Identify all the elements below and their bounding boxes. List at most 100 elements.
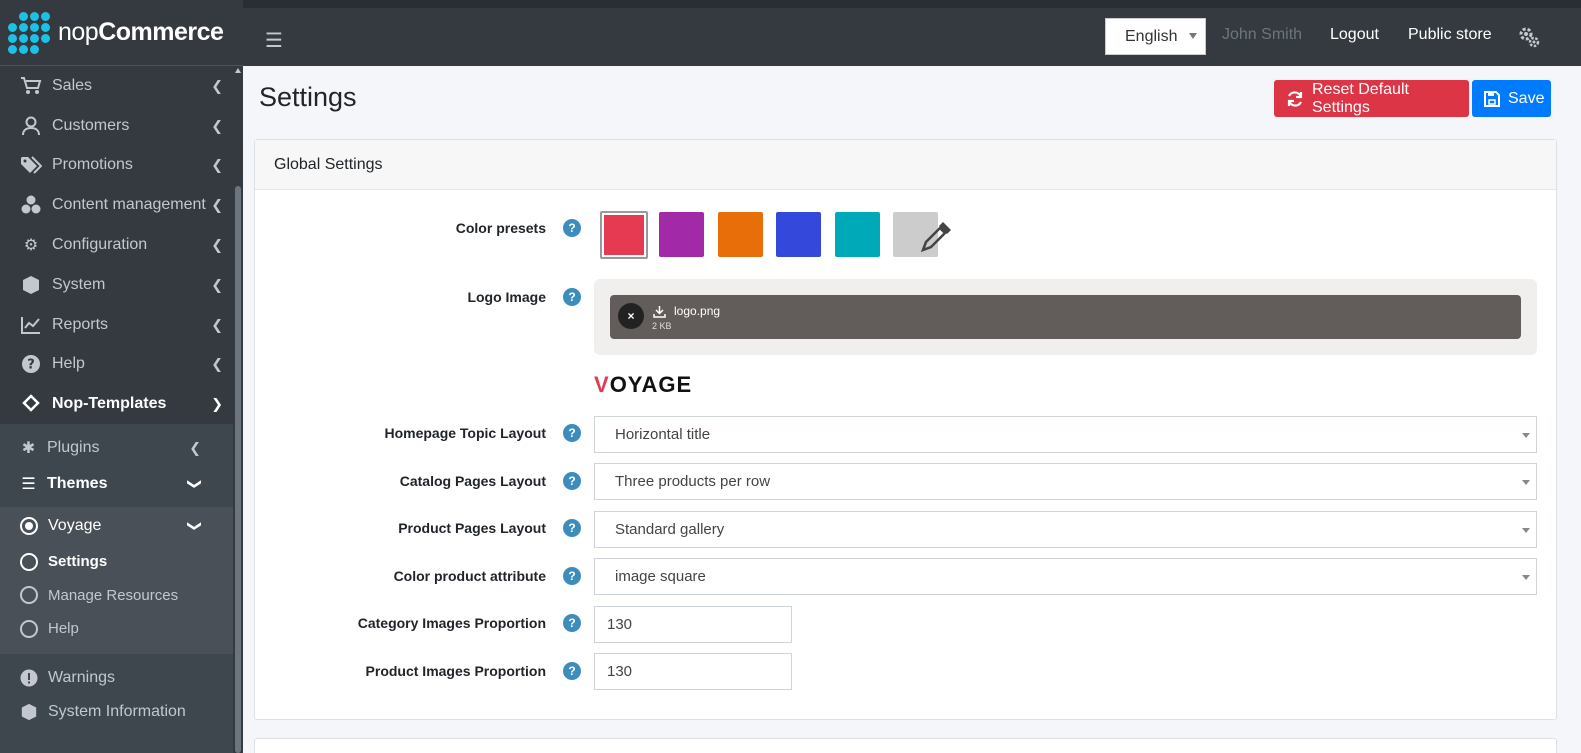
circle-icon — [20, 619, 38, 639]
catalog-pages-layout-label: Catalog Pages Layout — [399, 473, 546, 489]
help-icon[interactable]: ? — [563, 614, 581, 632]
sidebar-item-help[interactable]: ? Help ❮ — [0, 345, 233, 385]
chevron-left-icon: ❮ — [211, 196, 223, 213]
color-preset-purple[interactable] — [659, 212, 704, 257]
logout-link[interactable]: Logout — [1330, 26, 1379, 44]
logo-upload-dropzone[interactable]: × logo.png 2 KB — [594, 279, 1537, 355]
help-icon[interactable]: ? — [563, 567, 581, 585]
sidebar-item-system[interactable]: System ❮ — [0, 265, 233, 305]
sidebar-item-warnings[interactable]: Warnings — [0, 661, 233, 695]
language-select-value: English — [1125, 27, 1178, 45]
sidebar-item-reports[interactable]: Reports ❮ — [0, 305, 233, 345]
help-icon[interactable]: ? — [563, 472, 581, 490]
sidebar-item-manage-resources[interactable]: Manage Resources — [0, 579, 233, 613]
sidebar-item-customers[interactable]: Customers ❮ — [0, 106, 233, 146]
layer-group-icon: ☰ — [21, 475, 36, 493]
sidebar-item-sales[interactable]: Sales ❮ — [0, 66, 233, 106]
help-icon[interactable]: ? — [563, 219, 581, 237]
nop-templates-submenu: ✱ Plugins ❮ ☰ Themes ❯ Voyage ❯ Settings — [0, 424, 233, 753]
caret-down-icon — [1522, 528, 1530, 533]
layers-icon — [20, 394, 42, 414]
product-pages-layout-select[interactable]: Standard gallery — [594, 511, 1537, 548]
sidebar-item-voyage-settings[interactable]: Settings — [0, 545, 233, 579]
circle-icon — [20, 585, 38, 605]
nop-logo-icon — [8, 11, 50, 54]
homepage-topic-layout-select[interactable]: Horizontal title — [594, 416, 1537, 453]
gears-icon[interactable] — [1518, 26, 1540, 53]
tags-icon — [20, 155, 42, 175]
chevron-left-icon: ❮ — [211, 77, 223, 94]
category-images-proportion-input[interactable]: 130 — [594, 606, 792, 643]
cart-icon — [20, 76, 42, 96]
download-icon — [653, 305, 666, 318]
global-settings-card: Global Settings Color presets ? Logo Ima… — [254, 139, 1557, 720]
product-images-proportion-input[interactable]: 130 — [594, 653, 792, 690]
cube-icon — [20, 702, 38, 722]
sidebar-item-system-information[interactable]: System Information — [0, 695, 233, 729]
save-button[interactable]: Save — [1472, 80, 1551, 117]
color-product-attribute-label: Color product attribute — [393, 568, 546, 584]
public-store-link[interactable]: Public store — [1408, 26, 1492, 44]
user-name: John Smith — [1222, 26, 1303, 43]
sidebar-item-label: Nop-Templates — [52, 395, 167, 413]
dot-circle-icon — [20, 516, 38, 536]
sidebar-item-label: Help — [48, 620, 79, 638]
caret-down-icon — [1522, 575, 1530, 580]
scrollbar-thumb[interactable] — [235, 186, 241, 753]
brand-logo[interactable]: nopCommerce — [0, 0, 243, 66]
color-preset-red[interactable] — [600, 211, 648, 259]
remove-file-button[interactable]: × — [618, 303, 644, 329]
color-preset-orange[interactable] — [718, 212, 763, 257]
sidebar-item-nop-templates[interactable]: Nop-Templates ❯ — [0, 384, 233, 424]
help-icon[interactable]: ? — [563, 424, 581, 442]
sidebar-item-label: Content management — [52, 196, 206, 214]
color-preset-teal[interactable] — [835, 212, 880, 257]
language-select[interactable]: English — [1105, 18, 1206, 55]
scroll-up-arrow-icon[interactable] — [235, 68, 241, 73]
sidebar-item-voyage-help[interactable]: Help — [0, 612, 233, 646]
page-title: Settings — [259, 82, 357, 112]
color-product-attribute-select[interactable]: image square — [594, 558, 1537, 595]
logo-image-label: Logo Image — [467, 289, 546, 305]
sidebar-item-plugins[interactable]: ✱ Plugins ❮ — [0, 430, 233, 466]
catalog-pages-layout-select[interactable]: Three products per row — [594, 463, 1537, 500]
help-icon[interactable]: ? — [563, 662, 581, 680]
reset-default-settings-button[interactable]: Reset Default Settings — [1274, 80, 1469, 117]
main-content: Settings Reset Default Settings Save Glo… — [243, 66, 1581, 753]
chevron-left-icon: ❮ — [211, 355, 223, 372]
voyage-submenu: Settings Manage Resources Help — [0, 545, 233, 654]
color-preset-blue[interactable] — [776, 212, 821, 257]
sidebar-scrollbar[interactable] — [233, 66, 243, 753]
svg-text:?: ? — [27, 358, 35, 373]
sidebar-item-configuration[interactable]: ⚙ Configuration ❮ — [0, 225, 233, 265]
eyedropper-icon — [919, 220, 953, 259]
chevron-down-icon: ❯ — [211, 395, 223, 412]
color-preset-custom[interactable] — [893, 212, 951, 257]
sidebar-item-label: Themes — [47, 474, 108, 492]
chevron-left-icon: ❮ — [211, 316, 223, 333]
cogs-icon: ⚙ — [23, 237, 39, 255]
sidebar-item-voyage[interactable]: Voyage ❯ — [0, 507, 233, 546]
file-size: 2 KB — [652, 321, 672, 331]
uploaded-file: × logo.png 2 KB — [610, 295, 1521, 339]
cubes-icon — [20, 195, 42, 215]
sidebar-item-label: Plugins — [47, 439, 100, 457]
sidebar-item-themes[interactable]: ☰ Themes ❯ — [0, 466, 233, 501]
product-pages-layout-label: Product Pages Layout — [398, 520, 546, 536]
sidebar-item-content-management[interactable]: Content management ❮ — [0, 185, 233, 225]
sidebar-item-label: Voyage — [48, 517, 102, 535]
hamburger-menu-icon[interactable]: ☰ — [265, 28, 283, 53]
chevron-left-icon: ❮ — [189, 439, 201, 456]
category-images-proportion-label: Category Images Proportion — [357, 615, 546, 631]
caret-down-icon — [1189, 33, 1197, 39]
chart-line-icon — [20, 315, 42, 335]
help-icon[interactable]: ? — [563, 288, 581, 306]
sidebar-item-label: Help — [52, 355, 85, 373]
help-icon[interactable]: ? — [563, 519, 581, 537]
file-name[interactable]: logo.png — [653, 304, 720, 318]
card-header: Global Settings — [255, 140, 1556, 190]
sidebar-nav: Sales ❮ Customers ❮ Promotions ❮ Content… — [0, 66, 233, 753]
save-button-label: Save — [1508, 89, 1545, 107]
sidebar-item-promotions[interactable]: Promotions ❮ — [0, 146, 233, 186]
chevron-left-icon: ❮ — [211, 156, 223, 173]
